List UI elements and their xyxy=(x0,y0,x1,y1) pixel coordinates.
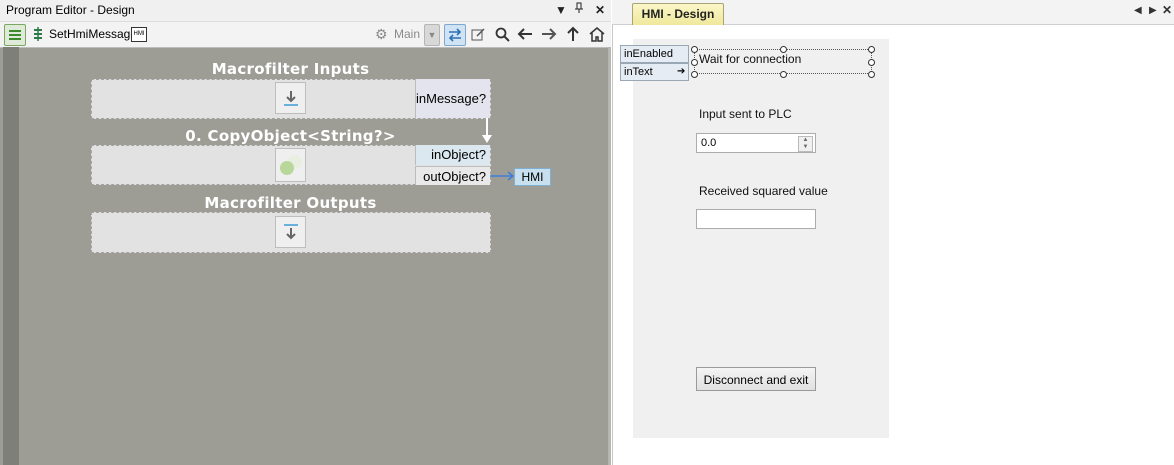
input-sent-spinbox[interactable]: 0.0 ▲ ▼ xyxy=(696,133,816,153)
canvas-scroll-edge[interactable] xyxy=(608,47,611,465)
close-panel-icon[interactable]: ✕ xyxy=(592,2,608,18)
up-arrow-icon[interactable] xyxy=(563,24,583,44)
pin-in-text[interactable]: inText ➔ xyxy=(620,63,689,81)
copy-object-title: 0. CopyObject<String?> xyxy=(185,127,396,145)
canvas-margin-strip xyxy=(3,47,19,465)
search-icon[interactable] xyxy=(492,24,512,44)
back-arrow-icon[interactable] xyxy=(515,24,535,44)
resize-handle[interactable] xyxy=(868,71,875,78)
panel-dropdown-icon[interactable]: ▼ xyxy=(553,2,569,18)
disconnect-button[interactable]: Disconnect and exit xyxy=(696,367,816,391)
macrofilter-outputs-title: Macrofilter Outputs xyxy=(204,194,377,212)
resize-handle[interactable] xyxy=(868,59,875,66)
tab-prev-icon[interactable]: ◀ xyxy=(1134,5,1142,16)
hmi-badge[interactable]: HMI xyxy=(131,27,147,42)
resize-handle[interactable] xyxy=(780,71,787,78)
close-tab-icon[interactable]: ✕ xyxy=(1162,3,1172,17)
received-value-label: Received squared value xyxy=(699,184,828,198)
program-editor-title: Program Editor - Design xyxy=(6,3,135,17)
connection-line-icon xyxy=(490,171,515,181)
resize-handle[interactable] xyxy=(780,46,787,53)
pin-in-text-label: inText xyxy=(624,66,653,78)
swap-arrows-icon[interactable] xyxy=(444,24,466,46)
worker-task-label[interactable]: Main xyxy=(394,27,420,41)
spin-arrows-icon[interactable]: ▲ ▼ xyxy=(798,136,813,152)
input-sent-value: 0.0 xyxy=(701,137,717,149)
tab-hmi-design[interactable]: HMI - Design xyxy=(632,3,724,25)
output-arrow-icon xyxy=(275,216,306,248)
resize-handle[interactable] xyxy=(691,46,698,53)
edit-icon[interactable] xyxy=(468,24,488,44)
port-in-object[interactable]: inObject? xyxy=(415,145,490,165)
resize-handle[interactable] xyxy=(691,71,698,78)
resize-handle[interactable] xyxy=(868,46,875,53)
pin-connector-icon: ➔ xyxy=(677,66,686,77)
port-in-message[interactable]: inMessage? xyxy=(415,79,490,118)
input-sent-label: Input sent to PLC xyxy=(699,107,792,121)
tab-next-icon[interactable]: ▶ xyxy=(1149,5,1157,16)
macrofilter-inputs-title: Macrofilter Inputs xyxy=(211,60,370,78)
worker-gear-icon: ⚙ xyxy=(375,26,388,42)
home-icon[interactable] xyxy=(587,24,607,44)
pin-in-enabled[interactable]: inEnabled xyxy=(620,45,689,63)
input-arrow-icon xyxy=(275,82,306,114)
status-label[interactable]: Wait for connection xyxy=(699,52,801,66)
copy-object-icon xyxy=(275,148,306,182)
macrofilter-name[interactable]: SetHmiMessage xyxy=(49,27,137,41)
forward-arrow-icon[interactable] xyxy=(539,24,559,44)
resize-handle[interactable] xyxy=(691,59,698,66)
port-out-object[interactable]: outObject? xyxy=(415,166,490,185)
hmi-target-badge[interactable]: HMI xyxy=(514,168,551,186)
program-editor-titlebar: Program Editor - Design ▼ ✕ xyxy=(0,0,611,21)
program-editor-toolbar: SetHmiMessage HMI ⚙ Main ▼ xyxy=(0,21,611,48)
received-value-field[interactable] xyxy=(696,209,816,229)
macrofilter-icon xyxy=(32,26,44,42)
filter-list-icon[interactable] xyxy=(4,24,26,46)
worker-dropdown[interactable]: ▼ xyxy=(424,24,440,46)
pin-icon[interactable] xyxy=(571,2,587,18)
